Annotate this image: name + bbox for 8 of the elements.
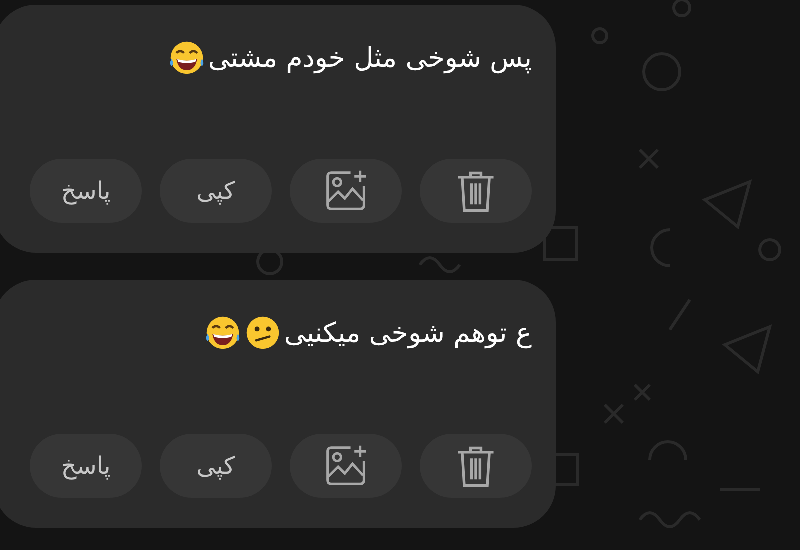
message-text: ع توهم شوخی میکنیی — [284, 318, 532, 348]
action-button[interactable]: کپی — [160, 434, 272, 498]
action-button[interactable]: پاسخ — [30, 434, 142, 498]
message-text: پس شوخی مثل خودم مشتی — [208, 42, 532, 74]
laughing-tears-emoji-icon — [204, 314, 242, 352]
action-button[interactable]: پاسخ — [30, 159, 142, 223]
action-button[interactable]: کپی — [160, 159, 272, 223]
laughing-tears-emoji-icon — [168, 39, 206, 77]
